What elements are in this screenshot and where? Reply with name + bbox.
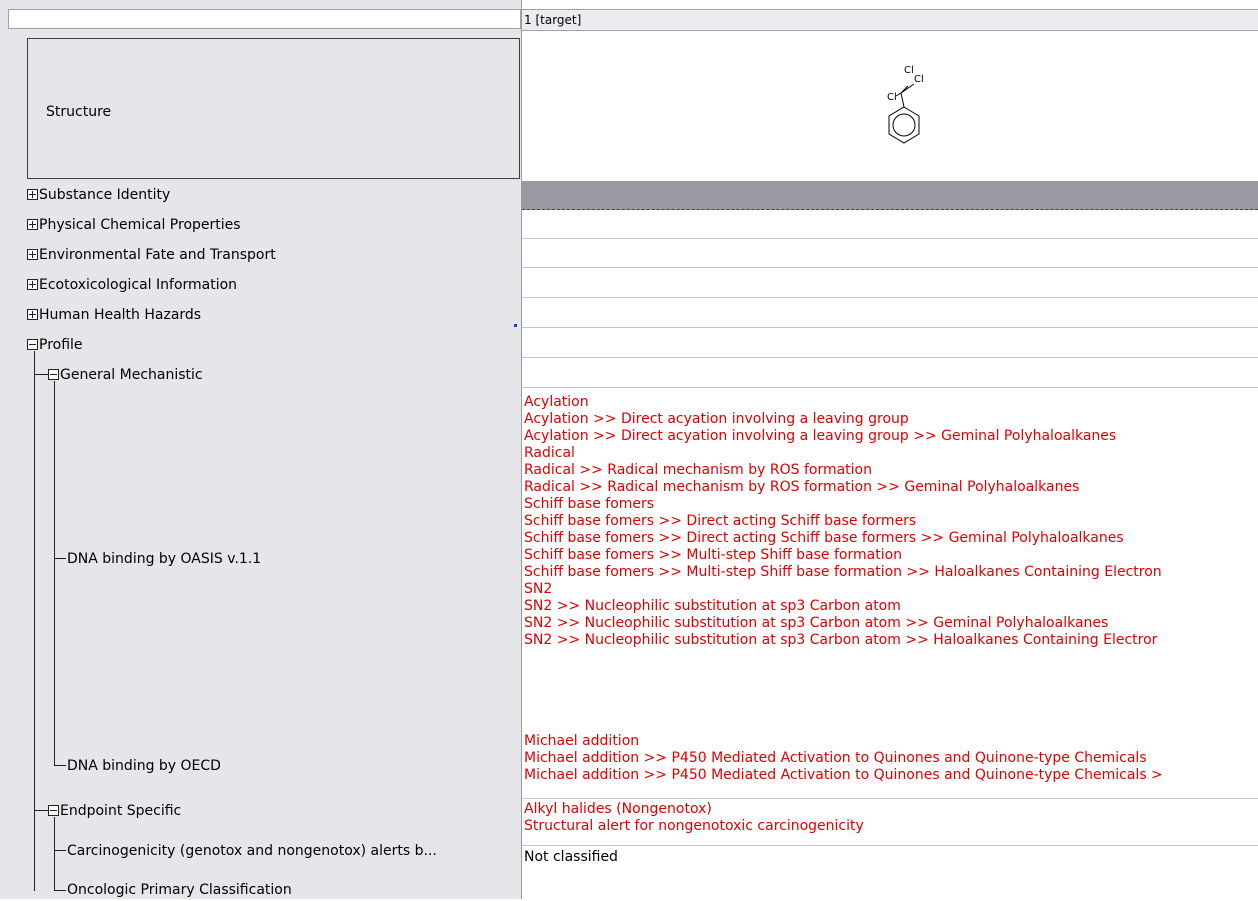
alert-line: Schiff base fomers >> Direct acting Schi… <box>524 530 1124 546</box>
alert-line: SN2 >> Nucleophilic substitution at sp3 … <box>524 615 1109 631</box>
tree-node-human-health[interactable]: Human Health Hazards <box>27 304 201 326</box>
alert-line: SN2 >> Nucleophilic substitution at sp3 … <box>524 632 1158 648</box>
column-separator[interactable] <box>521 0 522 899</box>
cl-atom-label: Cl <box>887 92 897 103</box>
value-line: Not classified <box>524 849 618 865</box>
cl-atom-label: Cl <box>914 74 924 85</box>
alert-line: Michael addition <box>524 733 640 749</box>
tree-node-label: Oncologic Primary Classification <box>67 882 292 898</box>
alert-line: Radical <box>524 445 575 461</box>
alert-line: Acylation >> Direct acyation involving a… <box>524 428 1117 444</box>
tree-node-label: Substance Identity <box>39 187 171 203</box>
row-divider <box>522 845 1258 846</box>
alert-line: SN2 >> Nucleophilic substitution at sp3 … <box>524 598 901 614</box>
selected-row-highlight[interactable] <box>522 181 1258 210</box>
tree-connector <box>34 810 48 811</box>
collapse-icon[interactable] <box>48 805 59 816</box>
row-divider <box>522 798 1258 799</box>
target-column-label: 1 [target] <box>524 13 582 27</box>
target-column-header[interactable]: 1 [target] <box>522 9 1258 31</box>
tree-node-dna-oecd[interactable]: DNA binding by OECD <box>67 755 221 777</box>
expand-icon[interactable] <box>27 279 38 290</box>
tree-connector <box>54 765 66 766</box>
tree-node-endpoint-specific[interactable]: Endpoint Specific <box>48 800 181 822</box>
tree-node-label: Environmental Fate and Transport <box>39 247 276 263</box>
resize-marker <box>514 324 517 327</box>
tree-node-ecotox[interactable]: Ecotoxicological Information <box>27 274 237 296</box>
expand-icon[interactable] <box>27 249 38 260</box>
structure-label: Structure <box>46 104 112 120</box>
row-divider <box>522 238 1258 239</box>
cl-atom-label: Cl <box>904 65 914 76</box>
corner-header-cell <box>8 9 521 29</box>
alert-line: Schiff base fomers >> Multi-step Shiff b… <box>524 547 903 563</box>
alert-line: Radical >> Radical mechanism by ROS form… <box>524 462 872 478</box>
row-divider <box>522 387 1258 388</box>
row-divider <box>522 297 1258 298</box>
tree-connector <box>54 817 55 891</box>
tree-node-profile[interactable]: Profile <box>27 334 83 356</box>
alert-line: Schiff base fomers >> Direct acting Schi… <box>524 513 917 529</box>
tree-connector <box>54 890 66 891</box>
dna-oasis-values-cell[interactable]: Acylation Acylation >> Direct acyation i… <box>524 394 1162 649</box>
oncologic-value-cell[interactable]: Not classified <box>524 849 618 866</box>
tree-node-label: Profile <box>39 337 83 353</box>
alert-line: SN2 <box>524 581 553 597</box>
tree-node-label: DNA binding by OECD <box>67 758 221 774</box>
collapse-icon[interactable] <box>48 369 59 380</box>
tree-node-env-fate[interactable]: Environmental Fate and Transport <box>27 244 276 266</box>
expand-icon[interactable] <box>27 219 38 230</box>
carcinogenicity-values-cell[interactable]: Alkyl halides (Nongenotox) Structural al… <box>524 801 864 835</box>
tree-node-dna-oasis[interactable]: DNA binding by OASIS v.1.1 <box>67 548 261 570</box>
dna-oecd-values-cell[interactable]: Michael addition Michael addition >> P45… <box>524 733 1163 784</box>
tree-node-label: Human Health Hazards <box>39 307 202 323</box>
tree-node-label: General Mechanistic <box>60 367 203 383</box>
alert-line: Structural alert for nongenotoxic carcin… <box>524 818 864 834</box>
chemical-structure-image: Cl Cl Cl <box>887 65 924 144</box>
alert-line: Michael addition >> P450 Mediated Activa… <box>524 750 1147 766</box>
tree-node-label: Endpoint Specific <box>60 803 182 819</box>
row-divider <box>522 267 1258 268</box>
tree-connector <box>54 381 55 765</box>
tree-node-physchem[interactable]: Physical Chemical Properties <box>27 214 241 236</box>
collapse-icon[interactable] <box>27 339 38 350</box>
tree-node-label: Carcinogenicity (genotox and nongenotox)… <box>67 843 437 859</box>
tree-connector <box>34 374 48 375</box>
tree-node-substance-identity[interactable]: Substance Identity <box>27 184 170 206</box>
tree-connector <box>54 850 66 851</box>
expand-icon[interactable] <box>27 309 38 320</box>
alert-line: Radical >> Radical mechanism by ROS form… <box>524 479 1080 495</box>
alert-line: Alkyl halides (Nongenotox) <box>524 801 712 817</box>
tree-node-label: Physical Chemical Properties <box>39 217 241 233</box>
tree-node-oncologic[interactable]: Oncologic Primary Classification <box>67 879 292 901</box>
tree-node-label: DNA binding by OASIS v.1.1 <box>67 551 262 567</box>
alert-line: Schiff base fomers <box>524 496 655 512</box>
tree-node-general-mechanistic[interactable]: General Mechanistic <box>48 364 203 386</box>
tree-node-label: Ecotoxicological Information <box>39 277 238 293</box>
alert-line: Acylation >> Direct acyation involving a… <box>524 411 909 427</box>
row-divider <box>522 327 1258 328</box>
row-divider <box>522 357 1258 358</box>
tree-node-carcinogenicity[interactable]: Carcinogenicity (genotox and nongenotox)… <box>67 840 437 862</box>
alert-line: Acylation <box>524 394 589 410</box>
alert-line: Schiff base fomers >> Multi-step Shiff b… <box>524 564 1162 580</box>
tree-connector <box>54 558 66 559</box>
expand-icon[interactable] <box>27 189 38 200</box>
alert-line: Michael addition >> P450 Mediated Activa… <box>524 767 1163 783</box>
